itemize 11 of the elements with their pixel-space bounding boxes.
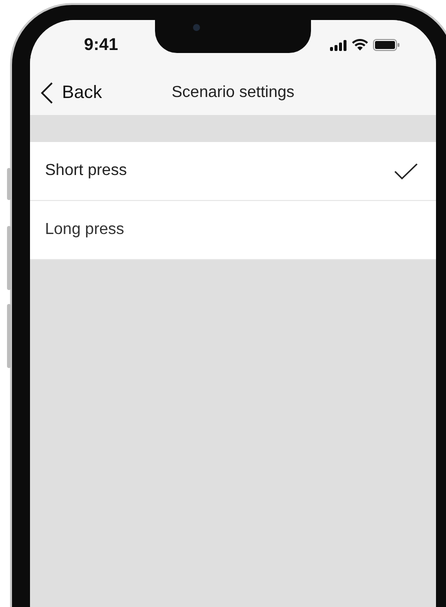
- signal-icon: [330, 40, 347, 50]
- camera-icon: [193, 24, 200, 31]
- option-label: Short press: [45, 162, 127, 180]
- option-row[interactable]: Short press: [30, 142, 436, 201]
- status-time: 9:41: [84, 35, 118, 55]
- wifi-icon: [352, 39, 368, 51]
- back-button[interactable]: Back: [30, 82, 102, 104]
- option-label: Long press: [45, 221, 124, 239]
- screen-title: Scenario settings: [172, 84, 294, 102]
- battery-icon: [373, 39, 400, 51]
- chevron-left-icon: [40, 82, 54, 104]
